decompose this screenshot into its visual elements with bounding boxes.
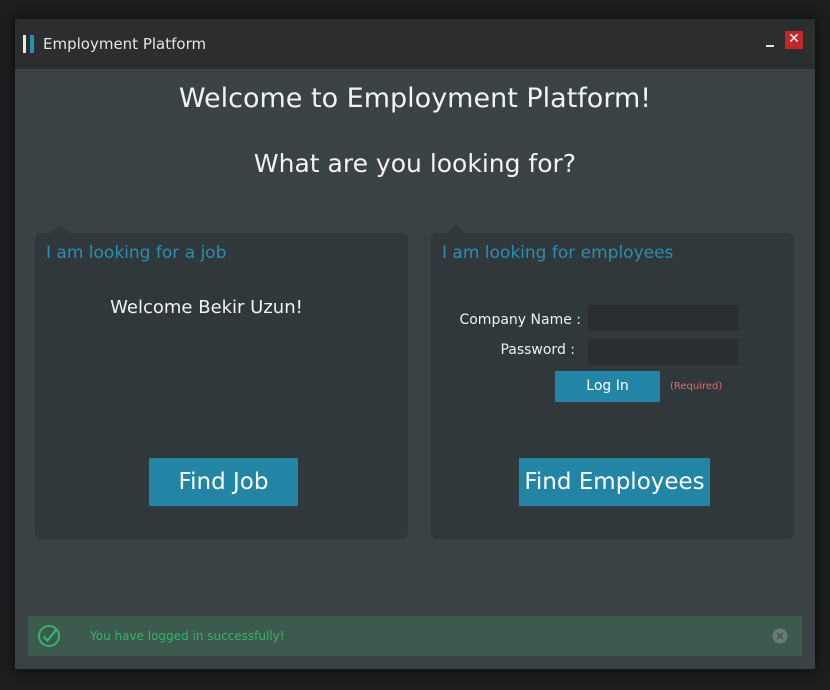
find-job-button[interactable]: Find Job — [149, 458, 298, 506]
panel-notch — [448, 224, 464, 240]
success-notification: You have logged in successfully! — [28, 616, 802, 656]
welcome-heading: Welcome to Employment Platform! — [178, 83, 652, 114]
company-name-field[interactable] — [588, 305, 738, 331]
close-circle-icon[interactable] — [772, 628, 788, 644]
close-button[interactable]: ✕ — [785, 31, 803, 49]
employer-panel-title: I am looking for employees — [442, 243, 674, 263]
login-button[interactable]: Log In — [555, 371, 660, 402]
job-seeker-panel: I am looking for a job Welcome Bekir Uzu… — [35, 224, 408, 539]
app-logo-icon — [23, 35, 35, 53]
employer-panel: I am looking for employees Company Name … — [431, 224, 794, 539]
password-field[interactable] — [588, 339, 738, 365]
panel-notch — [52, 224, 68, 240]
notification-message: You have logged in successfully! — [90, 629, 285, 643]
minimize-button[interactable] — [763, 31, 777, 51]
window-title: Employment Platform — [43, 35, 207, 53]
title-bar[interactable]: Employment Platform ✕ — [15, 19, 815, 69]
required-note: (Required) — [670, 381, 723, 392]
check-circle-icon — [38, 625, 60, 647]
welcome-user-text: Welcome Bekir Uzun! — [110, 297, 303, 318]
company-name-label: Company Name : — [459, 312, 581, 328]
question-heading: What are you looking for? — [253, 149, 577, 178]
password-label: Password : — [500, 342, 575, 358]
job-panel-title: I am looking for a job — [46, 243, 227, 263]
app-window: Employment Platform ✕ Welcome to Employm… — [15, 19, 815, 669]
find-employees-button[interactable]: Find Employees — [519, 458, 710, 506]
